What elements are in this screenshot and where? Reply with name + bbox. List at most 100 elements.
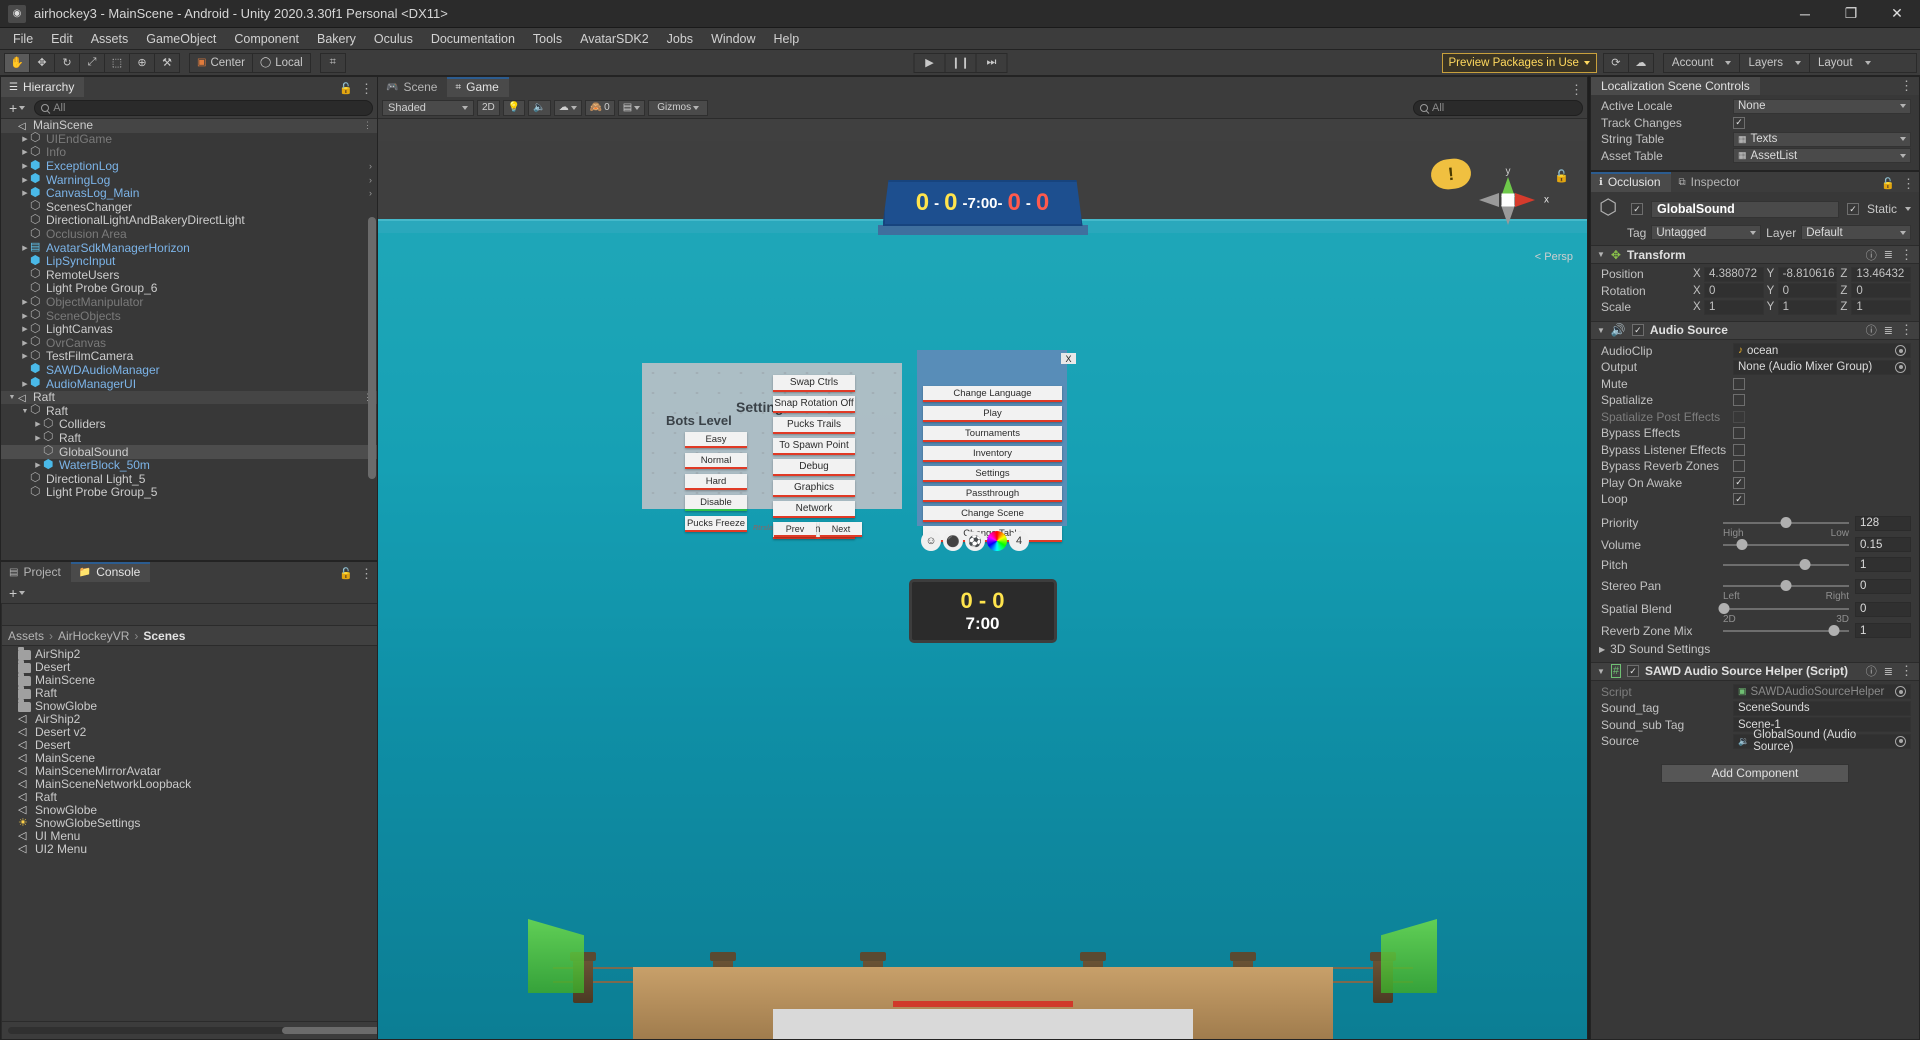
object-picker-icon[interactable] xyxy=(1895,362,1906,373)
hierarchy-item[interactable]: GlobalSound xyxy=(1,445,377,459)
move-tool[interactable]: ✥ xyxy=(29,53,55,73)
play-button[interactable]: ▶ xyxy=(914,53,946,73)
kebab-menu-icon[interactable]: ⋮ xyxy=(1900,325,1913,335)
checkbox[interactable]: ✓ xyxy=(1733,117,1745,129)
project-tree-item[interactable]: Networking xyxy=(1,682,2,695)
slider-value-input[interactable]: 1 xyxy=(1855,623,1911,638)
scale-x-input[interactable]: 1 xyxy=(1704,300,1764,315)
close-button[interactable]: ✕ xyxy=(1874,0,1920,28)
grid-snap-button[interactable]: ⌗ xyxy=(320,53,346,73)
hierarchy-item[interactable]: ScenesChanger xyxy=(1,201,377,215)
game-menu-button[interactable]: Swap Ctrls xyxy=(773,375,855,392)
3d-sound-settings-foldout[interactable]: ▶ 3D Sound Settings xyxy=(1591,641,1919,658)
collab-button[interactable]: ⟳ xyxy=(1603,53,1629,73)
slider-knob[interactable] xyxy=(1736,539,1747,550)
project-tree-item[interactable]: Scenes xyxy=(1,916,2,929)
hierarchy-tree[interactable]: MainScene⋮UIEndGameInfoExceptionLog›Warn… xyxy=(1,119,377,560)
game-menu-nav-button[interactable]: Next xyxy=(820,522,862,537)
game-menu-button[interactable]: Passthrough xyxy=(923,486,1062,502)
help-icon[interactable]: ⓘ xyxy=(1866,663,1877,679)
scale-y-input[interactable]: 1 xyxy=(1778,300,1838,315)
expand-arrow-icon[interactable] xyxy=(20,296,30,309)
cloud-button[interactable]: ☁ xyxy=(1628,53,1654,73)
hierarchy-scene-row[interactable]: Raft⋮ xyxy=(1,391,377,405)
preview-packages-button[interactable]: Preview Packages in Use xyxy=(1442,53,1597,73)
game-menu-button[interactable]: Play xyxy=(923,406,1062,422)
microphone-icon[interactable]: ⚫ xyxy=(943,531,963,551)
position-z-input[interactable]: 13.46432 xyxy=(1851,267,1911,282)
hidden-objects-button[interactable]: 🙈 0 xyxy=(585,100,615,116)
game-menu-button[interactable]: Pucks Trails xyxy=(773,417,855,434)
gizmo-x-cone[interactable] xyxy=(1515,193,1535,207)
kebab-menu-icon[interactable]: ⋮ xyxy=(1570,85,1583,95)
menu-assets[interactable]: Assets xyxy=(82,28,138,50)
object-field[interactable]: None (Audio Mixer Group) xyxy=(1733,360,1911,375)
foldout-open-icon[interactable]: ▼ xyxy=(1597,667,1605,676)
menu-gameobject[interactable]: GameObject xyxy=(137,28,225,50)
menu-file[interactable]: File xyxy=(4,28,42,50)
transform-tool[interactable]: ⊕ xyxy=(129,53,155,73)
object-picker-icon[interactable] xyxy=(1895,736,1906,747)
chevron-down-icon[interactable] xyxy=(1905,207,1911,211)
project-file-list[interactable]: AirShip2 Desert MainScene Raft SnowGlobe ◁ Air… xyxy=(2,646,377,1021)
lock-icon[interactable]: 🔓 xyxy=(339,82,353,95)
static-checkbox[interactable]: ✓ xyxy=(1847,203,1859,215)
hierarchy-item[interactable]: WaterBlock_50m› xyxy=(1,459,377,473)
project-tree-item[interactable]: UI xyxy=(1,708,2,721)
project-tree-item[interactable]: Scripts xyxy=(1,630,2,643)
pause-button[interactable]: ❙❙ xyxy=(945,53,977,73)
expand-arrow-icon[interactable] xyxy=(20,160,30,173)
hierarchy-item[interactable]: SAWDAudioManager xyxy=(1,364,377,378)
hierarchy-item[interactable]: TestFilmCamera xyxy=(1,350,377,364)
gizmo-negy-cone[interactable] xyxy=(1501,205,1515,225)
checkbox[interactable] xyxy=(1733,460,1745,472)
game-menu-button[interactable]: Inventory xyxy=(923,446,1062,462)
gizmo-negx-cone[interactable] xyxy=(1479,193,1499,207)
checkbox[interactable] xyxy=(1733,394,1745,406)
project-tree-item[interactable]: Gadgets xyxy=(1,877,2,890)
project-tree-item[interactable]: ScriptableObjects xyxy=(1,617,2,630)
hierarchy-item[interactable]: ExceptionLog› xyxy=(1,160,377,174)
scene-fx-dropdown[interactable]: ☁ xyxy=(554,100,582,116)
rect-tool[interactable]: ⬚ xyxy=(104,53,130,73)
hierarchy-item[interactable]: CanvasLog_Main› xyxy=(1,187,377,201)
rotation-y-input[interactable]: 0 xyxy=(1778,283,1838,298)
game-menu-button[interactable]: Change Language xyxy=(923,386,1062,402)
slider-control[interactable] xyxy=(1723,558,1849,572)
layout-dropdown[interactable]: Layout xyxy=(1809,53,1917,73)
tab-game[interactable]: 🎮 Scene xyxy=(378,77,447,97)
hierarchy-item[interactable]: Raft xyxy=(1,432,377,446)
game-menu-button[interactable]: Debug xyxy=(773,459,855,476)
gameobject-enabled-checkbox[interactable]: ✓ xyxy=(1631,203,1643,215)
hierarchy-item[interactable]: LipSyncInput› xyxy=(1,255,377,269)
project-tree-item[interactable]: Kitchen xyxy=(1,890,2,903)
hierarchy-item[interactable]: Directional Light_5 xyxy=(1,472,377,486)
expand-arrow-icon[interactable] xyxy=(20,337,30,350)
foldout-open-icon[interactable]: ▼ xyxy=(1597,250,1605,259)
project-tree-item[interactable]: CollidersScripts xyxy=(1,669,2,682)
kebab-menu-icon[interactable]: ⋮ xyxy=(360,84,373,94)
game-menu-button[interactable]: Tournaments xyxy=(923,426,1062,442)
shading-mode-dropdown[interactable]: Shaded xyxy=(382,100,474,116)
parachute-icon[interactable]: ☺ xyxy=(921,531,941,551)
menu-documentation[interactable]: Documentation xyxy=(422,28,524,50)
layers-dropdown[interactable]: Layers xyxy=(1739,53,1810,73)
project-tree-item[interactable]: VR xyxy=(1,747,2,760)
hierarchy-scene-row[interactable]: MainScene⋮ xyxy=(1,119,377,133)
tab-inspector[interactable]: ℹ Occlusion xyxy=(1591,172,1671,192)
custom-tool[interactable]: ⚒ xyxy=(154,53,180,73)
kebab-menu-icon[interactable]: ⋮ xyxy=(1900,250,1913,260)
lock-icon[interactable]: 🔓 xyxy=(1881,177,1895,190)
project-tree-item[interactable]: Attachments xyxy=(1,851,2,864)
kebab-menu-icon[interactable]: ⋮ xyxy=(1900,666,1913,676)
expand-arrow-icon[interactable] xyxy=(20,310,30,323)
toggle-2d-button[interactable]: 2D xyxy=(477,100,500,116)
hierarchy-item[interactable]: Light Probe Group_5 xyxy=(1,486,377,500)
transform-component-header[interactable]: ▼ ✥ Transform ⓘ ≣ ⋮ xyxy=(1591,245,1919,264)
project-create-button[interactable]: + xyxy=(5,585,29,601)
foldout-open-icon[interactable]: ▼ xyxy=(1597,326,1605,335)
slider-knob[interactable] xyxy=(1781,580,1792,591)
scene-audio-icon[interactable]: 🔈 xyxy=(528,100,550,116)
scale-z-input[interactable]: 1 xyxy=(1851,300,1911,315)
game-menu-button[interactable]: Change Scene xyxy=(923,506,1062,522)
